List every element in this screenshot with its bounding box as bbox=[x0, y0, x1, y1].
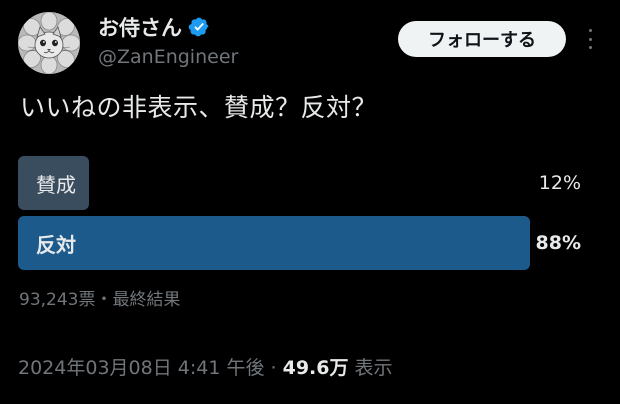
avatar[interactable] bbox=[18, 12, 80, 74]
author-handle[interactable]: @ZanEngineer bbox=[98, 46, 238, 68]
author-display-name[interactable]: お侍さん bbox=[98, 12, 210, 42]
tweet-datetime[interactable]: 2024年03月08日 4:41 午後 bbox=[18, 357, 264, 379]
separator-dot: · bbox=[270, 357, 277, 379]
views-count: 49.6万 bbox=[282, 357, 349, 379]
dot bbox=[588, 37, 592, 41]
views-label: 表示 bbox=[354, 357, 393, 379]
poll-vote-summary: 93,243票・最終結果 bbox=[19, 290, 181, 310]
tweet-timestamp-row: 2024年03月08日 4:41 午後 · 49.6万 表示 bbox=[18, 353, 393, 380]
poll-option-percent: 12% bbox=[538, 172, 581, 194]
cat-avatar-image bbox=[18, 12, 80, 74]
verified-badge-icon bbox=[188, 16, 210, 38]
poll-option-label: 賛成 bbox=[36, 172, 76, 197]
poll-option-bar bbox=[18, 216, 530, 270]
poll-option-disagree: 反対 88% bbox=[18, 216, 583, 270]
dot bbox=[588, 29, 592, 32]
dot bbox=[588, 46, 592, 49]
tweet-text: いいねの非表示、賛成？反対？ bbox=[20, 93, 378, 122]
poll-option-percent: 88% bbox=[535, 232, 581, 254]
poll-option-label: 反対 bbox=[36, 232, 76, 257]
author-name-text[interactable]: お侍さん bbox=[98, 12, 182, 42]
more-dots-vertical-icon[interactable] bbox=[580, 26, 600, 52]
follow-button[interactable]: フォローする bbox=[398, 21, 566, 57]
poll-option-agree: 賛成 12% bbox=[18, 156, 583, 210]
